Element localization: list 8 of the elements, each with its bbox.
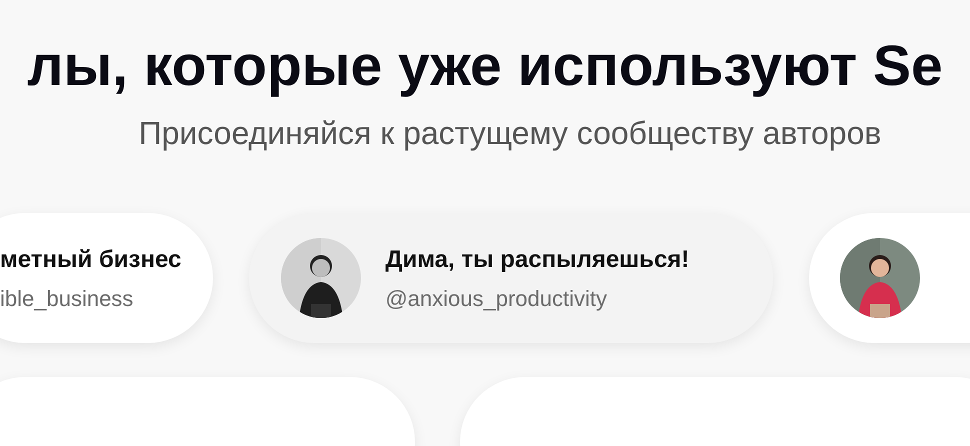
channel-card[interactable]: Дима, ты распыляешься! @anxious_productivity <box>249 213 774 343</box>
channel-card[interactable]: метный бизнес ible_business <box>0 213 214 343</box>
channel-name: метный бизнес <box>0 244 182 274</box>
heading: лы, которые уже используют Se <box>27 38 943 95</box>
channel-name: Дима, ты распыляешься! <box>385 244 690 274</box>
subheading: Присоединяйся к растущему сообществу авторов <box>138 114 882 153</box>
channel-handle: @anxious_productivity <box>385 284 608 313</box>
channel-handle: ible_business <box>0 284 134 312</box>
